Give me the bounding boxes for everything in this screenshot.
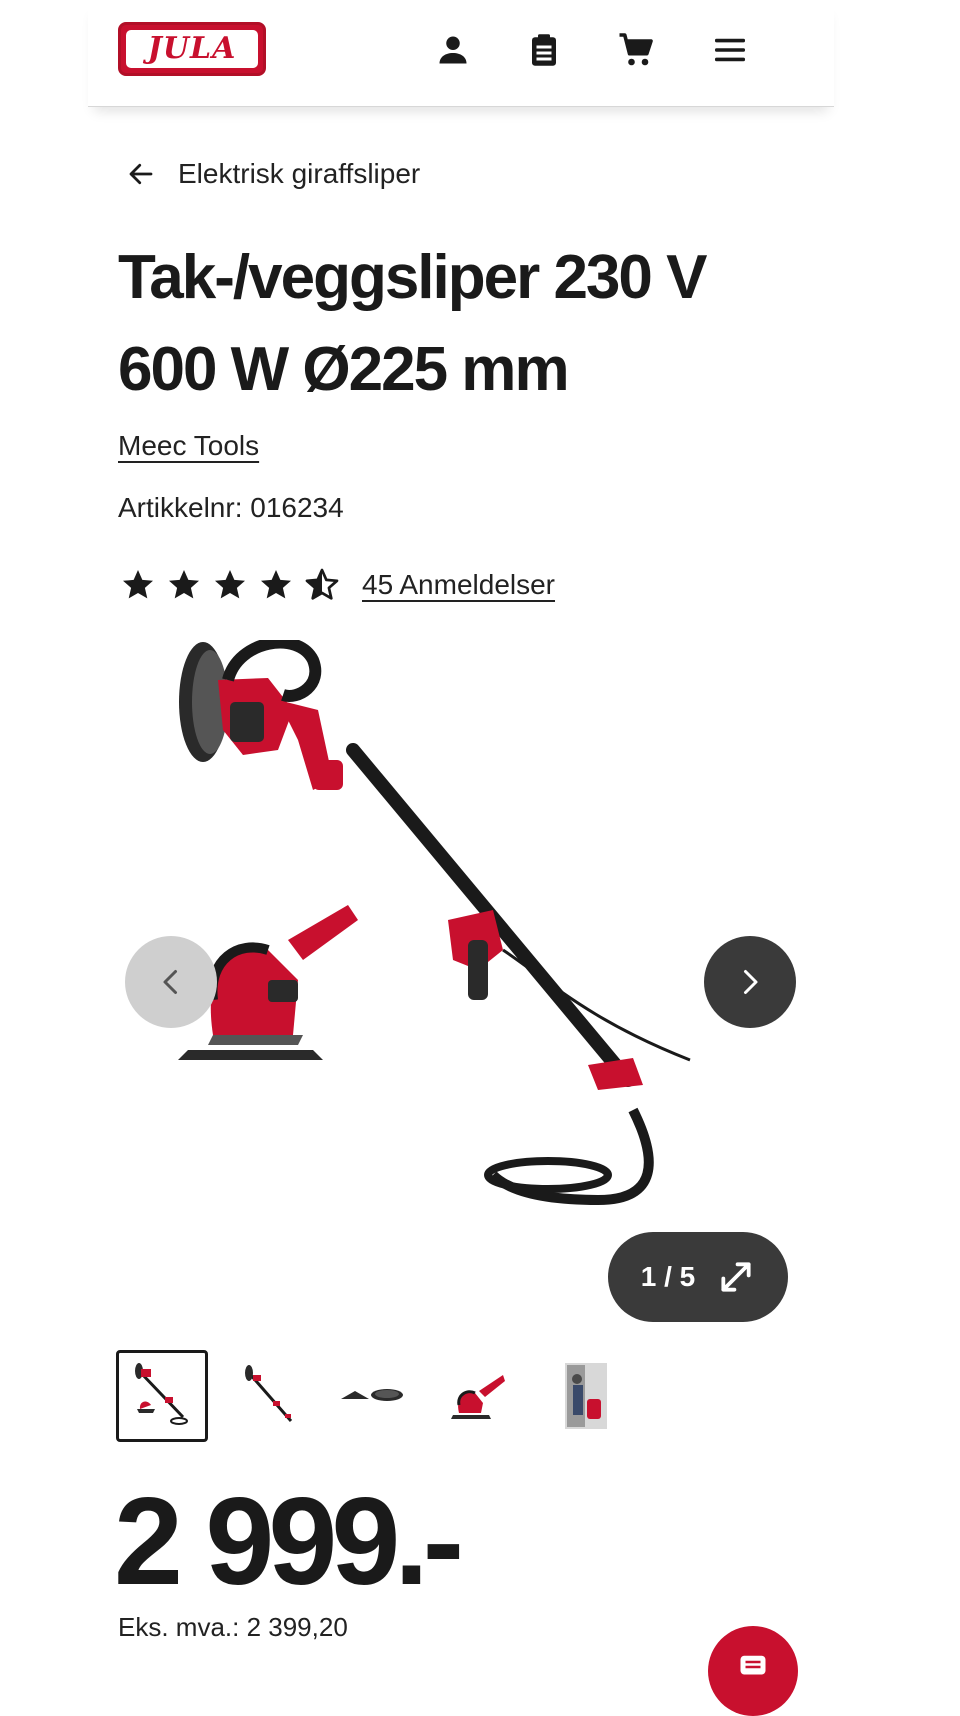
gallery-counter-text: 1 / 5 bbox=[640, 1261, 696, 1292]
chat-icon bbox=[740, 1655, 766, 1675]
chevron-right-icon bbox=[744, 970, 758, 994]
product-title: Tak-/veggsliper 230 V 600 W Ø225 mm bbox=[118, 232, 818, 416]
gallery-counter[interactable]: 1 / 5 bbox=[608, 1232, 788, 1322]
logo-inner: JULA bbox=[126, 30, 258, 68]
expand-icon[interactable] bbox=[717, 1258, 755, 1296]
star-full-icon bbox=[166, 567, 202, 603]
thumbnail-sander-head bbox=[451, 1375, 505, 1419]
rating-stars bbox=[120, 567, 350, 603]
product-gallery: 1 / 5 bbox=[118, 640, 798, 1322]
product-price: 2 999.- bbox=[114, 1473, 464, 1611]
cart-icon[interactable] bbox=[618, 32, 654, 68]
thumbnail-3[interactable] bbox=[328, 1350, 420, 1442]
breadcrumb[interactable]: Elektrisk giraffsliper bbox=[126, 156, 420, 192]
star-half-icon bbox=[304, 567, 340, 603]
brand-link[interactable]: Meec Tools bbox=[118, 430, 259, 462]
gallery-next-button[interactable] bbox=[704, 936, 796, 1028]
thumbnail-sander-full bbox=[135, 1363, 188, 1425]
star-full-icon bbox=[258, 567, 294, 603]
account-icon[interactable] bbox=[435, 32, 471, 68]
star-full-icon bbox=[212, 567, 248, 603]
chat-button[interactable] bbox=[708, 1626, 798, 1716]
star-full-icon bbox=[120, 567, 156, 603]
menu-icon[interactable] bbox=[712, 32, 748, 68]
thumbnail-sanding-pads bbox=[341, 1389, 403, 1401]
gallery-prev-button[interactable] bbox=[125, 936, 217, 1028]
site-header: JULA bbox=[88, 0, 834, 107]
shopping-list-icon[interactable] bbox=[526, 32, 562, 68]
thumbnail-sander-in-use bbox=[565, 1363, 607, 1429]
rating-row: 45 Anmeldelser bbox=[120, 566, 555, 604]
logo-text: JULA bbox=[147, 31, 237, 66]
price-ex-vat: Eks. mva.: 2 399,20 bbox=[118, 1612, 348, 1642]
article-number: Artikkelnr: 016234 bbox=[118, 492, 344, 523]
thumbnail-sander-angle bbox=[245, 1365, 293, 1422]
chevron-left-icon bbox=[163, 970, 177, 994]
thumbnail-5[interactable] bbox=[540, 1350, 632, 1442]
breadcrumb-label[interactable]: Elektrisk giraffsliper bbox=[178, 158, 420, 190]
back-arrow-icon[interactable] bbox=[126, 159, 156, 189]
thumbnail-2[interactable] bbox=[222, 1350, 314, 1442]
product-image[interactable] bbox=[118, 640, 798, 1320]
product-title-line-1: Tak-/veggsliper 230 V bbox=[118, 243, 707, 312]
reviews-link[interactable]: 45 Anmeldelser bbox=[362, 569, 555, 601]
jula-logo[interactable]: JULA bbox=[118, 22, 266, 76]
thumbnail-strip bbox=[116, 1348, 646, 1444]
thumbnail-4[interactable] bbox=[434, 1350, 526, 1442]
product-title-line-2: 600 W Ø225 mm bbox=[118, 335, 570, 404]
thumbnail-1[interactable] bbox=[116, 1350, 208, 1442]
